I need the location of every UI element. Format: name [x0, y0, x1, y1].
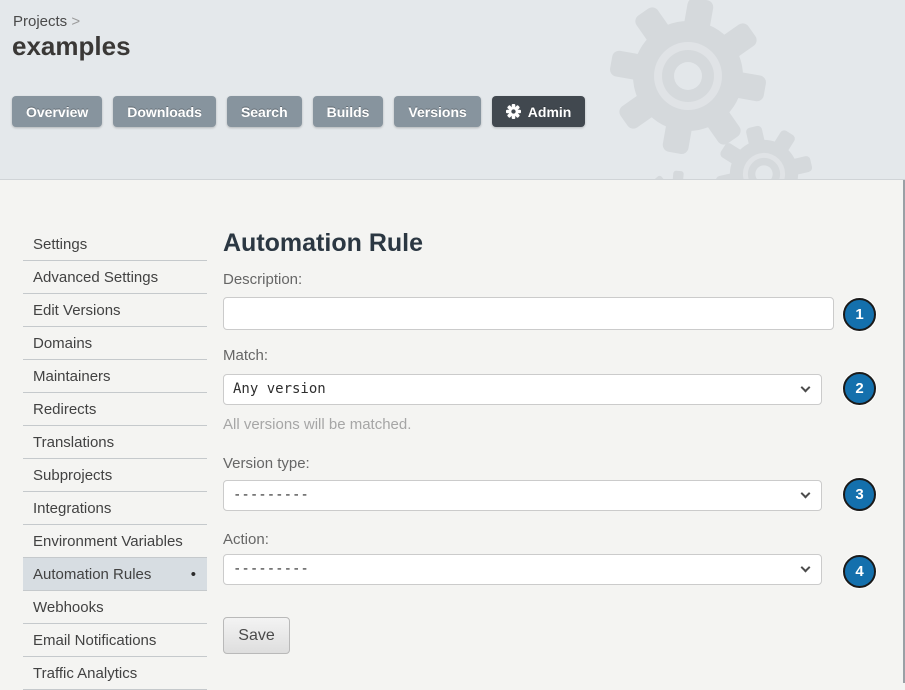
- tab-search[interactable]: Search: [227, 96, 302, 127]
- action-select[interactable]: ---------: [223, 554, 822, 585]
- sidebar-item-settings[interactable]: Settings: [23, 228, 207, 261]
- tab-versions[interactable]: Versions: [394, 96, 480, 127]
- tab-admin[interactable]: Admin: [492, 96, 586, 127]
- tab-downloads-label: Downloads: [127, 104, 202, 120]
- sidebar-item-automation-rules[interactable]: Automation Rules •: [23, 558, 207, 591]
- save-button[interactable]: Save: [223, 617, 290, 654]
- annotation-badge-2: 2: [843, 372, 876, 405]
- sidebar-item-integrations[interactable]: Integrations: [23, 492, 207, 525]
- match-select-value: Any version: [233, 381, 326, 397]
- breadcrumb: Projects >: [13, 13, 80, 30]
- project-header: Projects > examples Overview Downloads S…: [0, 0, 905, 180]
- sidebar-item-traffic-analytics[interactable]: Traffic Analytics: [23, 657, 207, 690]
- version-type-select-value: ---------: [233, 487, 309, 503]
- chevron-down-icon: [801, 563, 811, 573]
- sidebar-item-advanced-settings[interactable]: Advanced Settings: [23, 261, 207, 294]
- form-heading: Automation Rule: [223, 229, 423, 258]
- page-title: examples: [12, 31, 131, 62]
- action-select-value: ---------: [233, 561, 309, 577]
- chevron-down-icon: [801, 383, 811, 393]
- sidebar-item-edit-versions[interactable]: Edit Versions: [23, 294, 207, 327]
- sidebar-item-subprojects[interactable]: Subprojects: [23, 459, 207, 492]
- tab-overview-label: Overview: [26, 104, 88, 120]
- annotation-badge-3: 3: [843, 478, 876, 511]
- tab-search-label: Search: [241, 104, 288, 120]
- match-select[interactable]: Any version: [223, 374, 822, 405]
- sidebar-item-environment-variables[interactable]: Environment Variables: [23, 525, 207, 558]
- sidebar-item-redirects[interactable]: Redirects: [23, 393, 207, 426]
- sidebar-item-email-notifications[interactable]: Email Notifications: [23, 624, 207, 657]
- tab-builds-label: Builds: [327, 104, 370, 120]
- version-type-label: Version type:: [223, 455, 310, 472]
- breadcrumb-projects-link[interactable]: Projects: [13, 13, 67, 30]
- chevron-down-icon: [801, 489, 811, 499]
- gear-icon: [506, 104, 521, 119]
- sidebar-item-domains[interactable]: Domains: [23, 327, 207, 360]
- sidebar-item-label: Automation Rules: [33, 566, 151, 583]
- tab-builds[interactable]: Builds: [313, 96, 384, 127]
- description-input[interactable]: [223, 297, 834, 330]
- admin-sidebar: Settings Advanced Settings Edit Versions…: [23, 228, 207, 690]
- version-type-select[interactable]: ---------: [223, 480, 822, 511]
- tab-downloads[interactable]: Downloads: [113, 96, 216, 127]
- action-label: Action:: [223, 531, 269, 548]
- tab-overview[interactable]: Overview: [12, 96, 102, 127]
- sidebar-item-translations[interactable]: Translations: [23, 426, 207, 459]
- tab-admin-label: Admin: [528, 104, 572, 120]
- match-help-text: All versions will be matched.: [223, 416, 411, 433]
- match-label: Match:: [223, 347, 268, 364]
- sidebar-item-maintainers[interactable]: Maintainers: [23, 360, 207, 393]
- sidebar-item-webhooks[interactable]: Webhooks: [23, 591, 207, 624]
- project-nav: Overview Downloads Search Builds Version…: [12, 96, 585, 127]
- annotation-badge-1: 1: [843, 298, 876, 331]
- annotation-badge-4: 4: [843, 555, 876, 588]
- description-label: Description:: [223, 271, 302, 288]
- breadcrumb-separator: >: [71, 13, 80, 30]
- active-item-bullet: •: [191, 558, 196, 591]
- gear-decoration: [0, 0, 905, 180]
- tab-versions-label: Versions: [408, 104, 466, 120]
